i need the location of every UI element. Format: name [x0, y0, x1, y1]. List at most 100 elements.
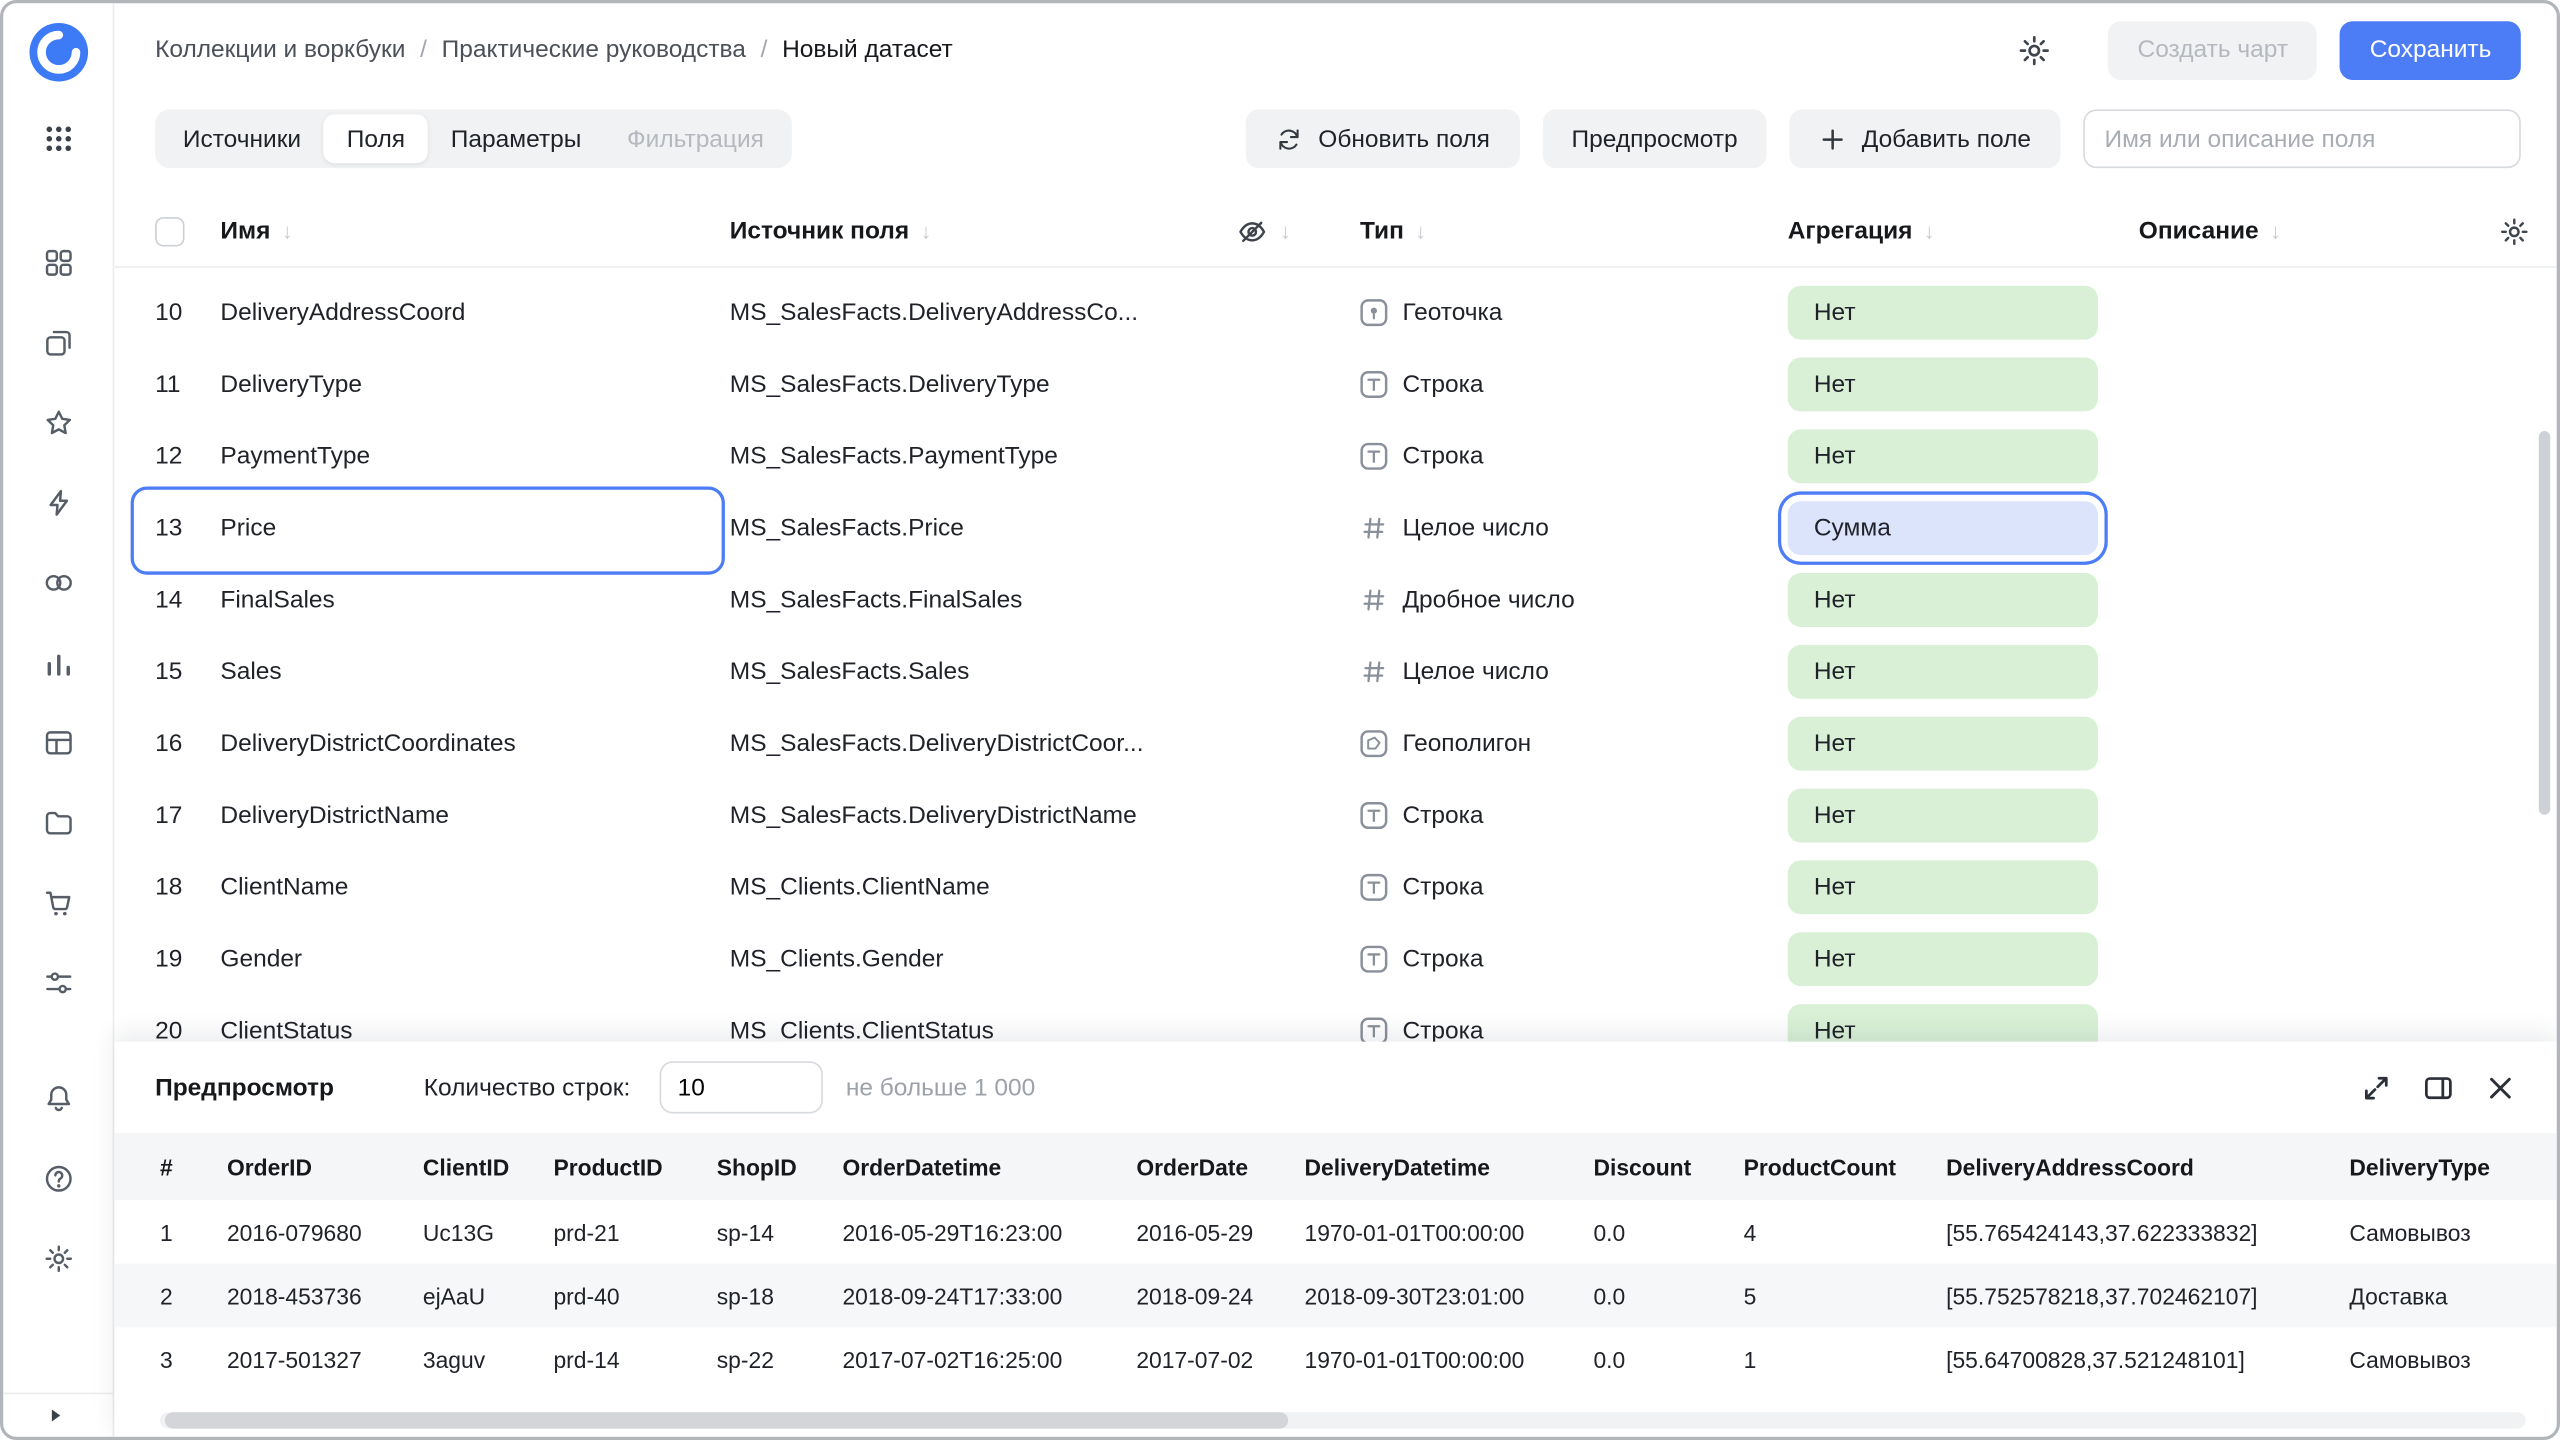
aggregation-pill[interactable]: Нет [1787, 644, 2098, 698]
services-icon[interactable] [42, 967, 75, 1000]
field-name[interactable]: ClientStatus [220, 1016, 729, 1044]
field-name[interactable]: ClientName [220, 873, 729, 901]
field-name[interactable]: DeliveryAddressCoord [220, 298, 729, 326]
dock-preview-icon[interactable] [2421, 1070, 2455, 1104]
aggregation-pill[interactable]: Нет [1787, 715, 2098, 770]
field-source[interactable]: MS_SalesFacts.PaymentType [730, 442, 1236, 470]
field-source[interactable]: MS_SalesFacts.DeliveryAddressCo... [730, 298, 1236, 326]
field-row[interactable]: 14 FinalSales MS_SalesFacts.FinalSales Д… [114, 563, 2556, 635]
aggregation-pill[interactable]: Нет [1787, 284, 2098, 339]
refresh-fields-button[interactable]: Обновить поля [1246, 109, 1520, 169]
field-name[interactable]: DeliveryDistrictName [220, 801, 729, 829]
field-type[interactable]: Геоточка [1360, 298, 1788, 326]
save-button[interactable]: Сохранить [2340, 20, 2521, 80]
settings-gear-icon[interactable] [42, 1242, 75, 1275]
field-name[interactable]: Sales [220, 657, 729, 685]
field-name[interactable]: DeliveryType [220, 370, 729, 398]
select-all-checkbox[interactable] [155, 216, 185, 246]
field-name[interactable]: PaymentType [220, 442, 729, 470]
field-type[interactable]: Целое число [1360, 657, 1788, 685]
field-type[interactable]: Дробное число [1360, 585, 1788, 613]
field-source[interactable]: MS_Clients.ClientName [730, 873, 1236, 901]
field-row[interactable]: 13 Price MS_SalesFacts.Price Целое число… [114, 486, 2556, 575]
field-source[interactable]: MS_SalesFacts.DeliveryDistrictCoor... [730, 729, 1236, 757]
aggregation-pill[interactable]: Нет [1787, 572, 2098, 627]
field-source[interactable]: MS_Clients.ClientStatus [730, 1016, 1236, 1044]
favorites-icon[interactable] [42, 407, 75, 440]
storage-icon[interactable] [42, 807, 75, 840]
tab-filtering[interactable]: Фильтрация [604, 114, 787, 163]
expand-preview-icon[interactable] [2359, 1070, 2393, 1104]
column-header-source[interactable]: Источник поля [730, 217, 909, 245]
field-source[interactable]: MS_SalesFacts.DeliveryDistrictName [730, 801, 1236, 829]
field-source[interactable]: MS_SalesFacts.Price [730, 513, 1236, 541]
monitoring-icon[interactable] [42, 567, 75, 600]
field-row[interactable]: 16 DeliveryDistrictCoordinates MS_SalesF… [114, 707, 2556, 779]
datasets-icon[interactable] [42, 727, 75, 760]
column-header-description[interactable]: Описание [2139, 217, 2259, 245]
field-source[interactable]: MS_SalesFacts.Sales [730, 657, 1236, 685]
hidden-column-icon[interactable] [1236, 215, 1269, 248]
create-chart-button[interactable]: Создать чарт [2108, 20, 2318, 80]
field-name[interactable]: Gender [220, 944, 729, 972]
aggregation-pill[interactable]: Нет [1787, 931, 2098, 986]
row-count-input[interactable] [659, 1061, 823, 1114]
tab-sources[interactable]: Источники [160, 114, 324, 163]
field-type[interactable]: Строка [1360, 801, 1788, 829]
field-name[interactable]: DeliveryDistrictCoordinates [220, 729, 729, 757]
editor-icon[interactable] [42, 487, 75, 520]
sort-icon[interactable]: ↓ [1924, 219, 1935, 243]
field-source[interactable]: MS_SalesFacts.DeliveryType [730, 370, 1236, 398]
notifications-bell-icon[interactable] [42, 1082, 75, 1115]
field-search-input[interactable] [2083, 109, 2521, 169]
apps-grid-icon[interactable] [42, 122, 75, 155]
field-row[interactable]: 20 ClientStatus MS_Clients.ClientStatus … [114, 994, 2556, 1049]
field-type[interactable]: Геополигон [1360, 729, 1788, 757]
horizontal-scrollbar[interactable] [159, 1412, 2526, 1429]
datalens-logo-icon[interactable] [27, 21, 89, 83]
field-name[interactable]: FinalSales [220, 585, 729, 613]
field-row[interactable]: 18 ClientName MS_Clients.ClientName Стро… [114, 851, 2556, 923]
field-type[interactable]: Строка [1360, 873, 1788, 900]
field-type[interactable]: Строка [1360, 442, 1788, 469]
collections-icon[interactable] [42, 327, 75, 360]
table-settings-gear-icon[interactable] [2498, 215, 2531, 248]
expand-sidebar-icon[interactable] [42, 1402, 68, 1428]
aggregation-pill[interactable]: Нет [1787, 428, 2098, 483]
field-row[interactable]: 17 DeliveryDistrictName MS_SalesFacts.De… [114, 779, 2556, 851]
sort-icon[interactable]: ↓ [921, 219, 932, 243]
add-field-button[interactable]: Добавить поле [1789, 109, 2061, 169]
aggregation-pill[interactable]: Нет [1787, 356, 2098, 411]
field-row[interactable]: 19 Gender MS_Clients.Gender Строка Нет [114, 922, 2556, 994]
column-header-name[interactable]: Имя [220, 217, 270, 245]
field-row[interactable]: 11 DeliveryType MS_SalesFacts.DeliveryTy… [114, 348, 2556, 420]
horizontal-scrollbar-thumb[interactable] [164, 1412, 1289, 1429]
help-icon[interactable] [42, 1162, 75, 1195]
close-preview-icon[interactable] [2483, 1070, 2517, 1104]
charts-icon[interactable] [42, 647, 75, 680]
field-type[interactable]: Строка [1360, 944, 1788, 972]
field-type[interactable]: Строка [1360, 370, 1788, 398]
field-row[interactable]: 10 DeliveryAddressCoord MS_SalesFacts.De… [114, 276, 2556, 348]
sort-icon[interactable]: ↓ [1280, 219, 1291, 243]
field-type[interactable]: Строка [1360, 1016, 1788, 1044]
breadcrumb-workbook[interactable]: Практические руководства [405, 36, 746, 64]
tab-fields[interactable]: Поля [323, 114, 428, 164]
preview-button[interactable]: Предпросмотр [1542, 109, 1768, 169]
vertical-scrollbar[interactable] [2538, 431, 2551, 815]
field-name[interactable]: Price [220, 513, 729, 541]
sort-icon[interactable]: ↓ [2270, 219, 2281, 243]
field-type[interactable]: Целое число [1360, 513, 1788, 541]
field-source[interactable]: MS_SalesFacts.FinalSales [730, 585, 1236, 613]
aggregation-pill[interactable]: Сумма [1787, 500, 2098, 555]
dashboards-icon[interactable] [42, 247, 75, 280]
sort-icon[interactable]: ↓ [282, 219, 293, 243]
marketplace-icon[interactable] [42, 887, 75, 920]
column-header-type[interactable]: Тип [1360, 217, 1404, 245]
sort-icon[interactable]: ↓ [1415, 219, 1426, 243]
breadcrumb-collections[interactable]: Коллекции и воркбуки [155, 36, 405, 64]
dataset-settings-gear-icon[interactable] [2017, 32, 2053, 68]
aggregation-pill[interactable]: Нет [1787, 787, 2098, 842]
column-header-aggregation[interactable]: Агрегация [1788, 217, 1913, 245]
aggregation-pill[interactable]: Нет [1787, 859, 2098, 914]
